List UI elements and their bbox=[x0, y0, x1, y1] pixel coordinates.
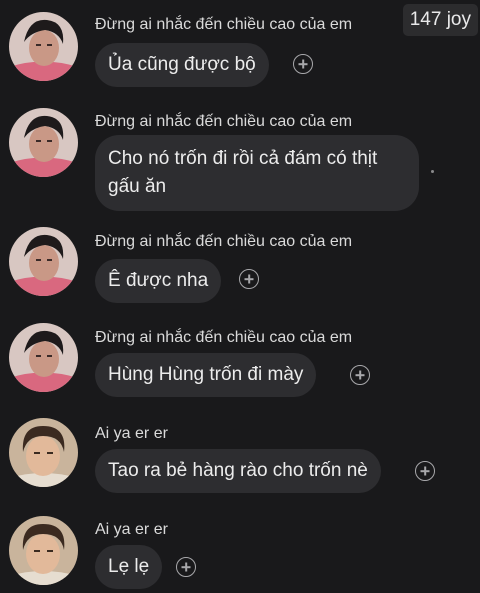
avatar[interactable] bbox=[9, 516, 78, 585]
message-bubble[interactable]: Hùng Hùng trốn đi mày bbox=[95, 353, 317, 397]
avatar[interactable] bbox=[9, 108, 78, 177]
avatar[interactable] bbox=[9, 227, 78, 296]
seen-dot-icon bbox=[431, 170, 434, 173]
message-bubble[interactable]: Ủa cũng được bộ bbox=[95, 43, 269, 87]
avatar[interactable] bbox=[9, 323, 78, 392]
avatar-boy-curly-image bbox=[9, 516, 78, 585]
sender-name: Đừng ai nhắc đến chiều cao của em bbox=[95, 113, 353, 130]
sender-name: Ai ya er er bbox=[95, 425, 168, 442]
avatar-boy-pink-image bbox=[9, 12, 78, 81]
message-bubble[interactable]: Lẹ lẹ bbox=[95, 545, 163, 589]
avatar-boy-curly-image bbox=[9, 418, 78, 487]
message-bubble[interactable]: Cho nó trốn đi rồi cả đám có thịt gấu ăn bbox=[95, 135, 419, 211]
avatar-boy-pink-image bbox=[9, 227, 78, 296]
sender-name: Ai ya er er bbox=[95, 521, 168, 538]
sender-name: Đừng ai nhắc đến chiều cao của em bbox=[95, 16, 353, 33]
add-reaction-icon[interactable] bbox=[176, 557, 196, 577]
avatar-boy-pink-image bbox=[9, 108, 78, 177]
sender-name: Đừng ai nhắc đến chiều cao của em bbox=[95, 329, 353, 346]
message-bubble[interactable]: Tao ra bẻ hàng rào cho trốn nè bbox=[95, 449, 381, 493]
avatar-boy-pink-image bbox=[9, 323, 78, 392]
add-reaction-icon[interactable] bbox=[293, 54, 313, 74]
add-reaction-icon[interactable] bbox=[350, 365, 370, 385]
avatar[interactable] bbox=[9, 418, 78, 487]
message-bubble[interactable]: Ê được nha bbox=[95, 259, 222, 303]
sender-name: Đừng ai nhắc đến chiều cao của em bbox=[95, 233, 353, 250]
add-reaction-icon[interactable] bbox=[239, 269, 259, 289]
avatar[interactable] bbox=[9, 12, 78, 81]
chat-screen: 147 joy Đừng ai nhắc đến chiều cao của e… bbox=[0, 0, 480, 593]
add-reaction-icon[interactable] bbox=[415, 461, 435, 481]
joy-count-badge: 147 joy bbox=[402, 4, 478, 36]
